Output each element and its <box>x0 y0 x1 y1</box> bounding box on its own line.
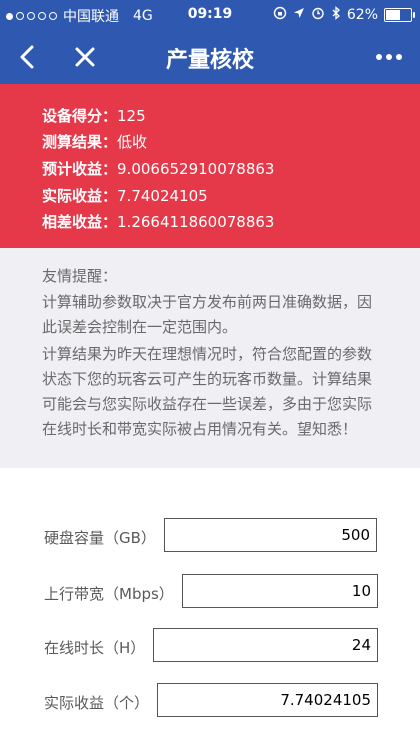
screen-lock-icon <box>273 6 287 24</box>
reminder-title: 友情提醒： <box>42 267 118 285</box>
actual-income-input-row: 实际收益（个） <box>0 683 420 723</box>
actual-income-row: 实际收益：7.74024105 <box>42 185 208 206</box>
alarm-icon <box>311 6 325 24</box>
result-panel: 设备得分：125 测算结果：低收 预计收益：9.006652910078863 … <box>0 84 420 248</box>
nav-bar: 产量核校 <box>0 30 420 84</box>
bluetooth-icon <box>331 6 341 24</box>
result-label: 设备得分： <box>42 107 118 125</box>
location-icon <box>293 7 305 23</box>
actual-income-input[interactable] <box>157 683 378 717</box>
result-label: 测算结果： <box>42 133 118 151</box>
battery-percent: 62% <box>346 7 378 23</box>
income-diff-row: 相差收益：1.266411860078863 <box>42 211 274 232</box>
result-value: 1.266411860078863 <box>117 213 275 231</box>
reminder-paragraph: 计算结果为昨天在理想情况时，符合您配置的参数状态下您的玩客云可产生的玩客币数量。… <box>42 345 373 438</box>
result-label: 相差收益： <box>42 213 118 231</box>
reminder-paragraph: 计算辅助参数取决于官方发布前两日准确数据，因此误差会控制在一定范围内。 <box>42 293 373 336</box>
result-value: 9.006652910078863 <box>117 160 275 178</box>
result-value: 7.74024105 <box>117 187 208 205</box>
upload-bandwidth-label: 上行带宽（Mbps） <box>44 585 174 603</box>
result-label: 实际收益： <box>42 187 118 205</box>
device-score-row: 设备得分：125 <box>42 105 146 126</box>
page-title: 产量核校 <box>165 48 254 73</box>
disk-capacity-label: 硬盘容量（GB） <box>44 529 156 547</box>
disk-capacity-input[interactable] <box>164 518 377 552</box>
status-right: 62% <box>273 6 415 24</box>
result-label: 预计收益： <box>42 160 118 178</box>
status-bar: 中国联通 4G 09:19 62% <box>0 0 420 30</box>
battery-icon <box>384 8 415 22</box>
more-button[interactable] <box>372 46 406 68</box>
expected-income-row: 预计收益：9.006652910078863 <box>42 158 274 179</box>
online-hours-label: 在线时长（H） <box>44 639 146 657</box>
reminder-section: 友情提醒： 计算辅助参数取决于官方发布前两日准确数据，因此误差会控制在一定范围内… <box>0 248 420 468</box>
actual-income-label: 实际收益（个） <box>44 694 150 712</box>
result-value: 低收 <box>117 133 148 151</box>
calc-result-row: 测算结果：低收 <box>42 131 147 152</box>
upload-bandwidth-input[interactable] <box>182 574 378 608</box>
result-value: 125 <box>117 107 146 125</box>
disk-capacity-row: 硬盘容量（GB） <box>0 518 420 558</box>
upload-bandwidth-row: 上行带宽（Mbps） <box>0 574 420 614</box>
online-hours-input[interactable] <box>153 628 378 662</box>
online-hours-row: 在线时长（H） <box>0 628 420 668</box>
more-icon <box>376 54 382 60</box>
